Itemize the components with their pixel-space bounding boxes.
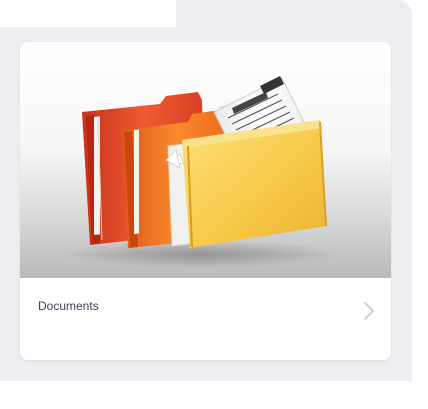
chevron-right-icon[interactable] [360, 300, 378, 322]
documents-card-image [20, 42, 391, 278]
page-background-top [0, 0, 176, 27]
folders-with-documents-image [60, 76, 340, 268]
screen: Documents [0, 0, 428, 409]
documents-card[interactable]: Documents [20, 42, 391, 360]
page-background-bottom [0, 381, 420, 409]
documents-card-footer: Documents [20, 278, 391, 360]
card-title: Documents [38, 299, 99, 313]
panel-top-edge [176, 0, 412, 40]
